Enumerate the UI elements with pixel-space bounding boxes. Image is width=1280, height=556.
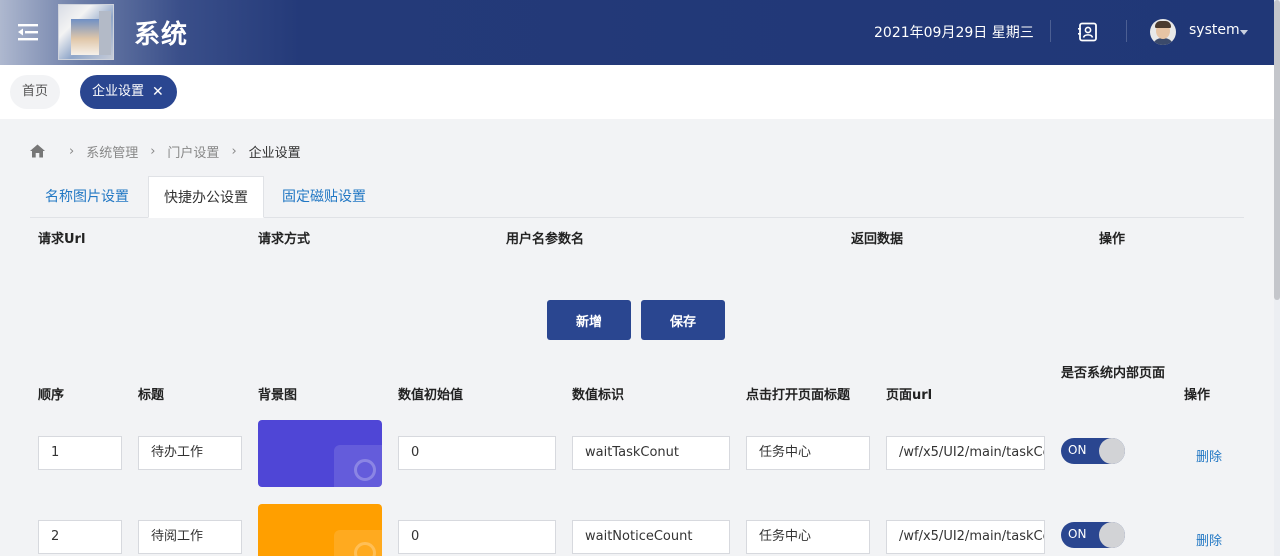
background-image-thumb[interactable] xyxy=(258,504,382,556)
header-return-data: 返回数据 xyxy=(851,232,904,247)
menu-fold-icon[interactable] xyxy=(18,22,40,42)
add-button[interactable]: 新增 xyxy=(547,300,631,340)
avatar[interactable] xyxy=(1150,19,1176,45)
close-icon[interactable]: ✕ xyxy=(152,75,164,109)
value-key-input[interactable]: waitTaskConut xyxy=(572,436,730,470)
header-request-url: 请求Url xyxy=(38,232,86,247)
header-order: 顺序 xyxy=(38,388,65,403)
header-username-param: 用户名参数名 xyxy=(506,232,585,247)
caret-down-icon[interactable] xyxy=(1240,30,1248,35)
breadcrumb-item[interactable]: 门户设置 xyxy=(167,142,219,161)
header-operation: 操作 xyxy=(1099,232,1126,247)
header-initial-value: 数值初始值 xyxy=(398,388,464,403)
subtab-fixed-tiles[interactable]: 固定磁贴设置 xyxy=(267,176,381,218)
header-request-method: 请求方式 xyxy=(258,232,311,247)
breadcrumb-item[interactable]: 系统管理 xyxy=(86,142,138,161)
header-title: 标题 xyxy=(138,388,165,403)
header-page-url: 页面url xyxy=(886,388,933,403)
header-open-title: 点击打开页面标题 xyxy=(746,388,851,403)
top-header: 系统 2021年09月29日 星期三 system xyxy=(0,0,1280,65)
settings-subtabs: 名称图片设置 快捷办公设置 固定磁贴设置 xyxy=(30,176,1244,218)
header-tile-operation: 操作 xyxy=(1184,388,1211,403)
initial-value-input[interactable]: 0 xyxy=(398,436,556,470)
home-icon[interactable] xyxy=(30,144,45,158)
tab-home[interactable]: 首页 xyxy=(10,75,61,109)
page-scrollbar-thumb[interactable] xyxy=(1274,0,1280,300)
user-name[interactable]: system xyxy=(1189,22,1240,38)
internal-page-toggle[interactable]: ON xyxy=(1061,522,1125,548)
subtab-name-image[interactable]: 名称图片设置 xyxy=(30,176,144,218)
app-title: 系统 xyxy=(134,20,189,50)
open-title-input[interactable]: 任务中心 xyxy=(746,436,870,470)
breadcrumb: › 系统管理 › 门户设置 › 企业设置 xyxy=(30,141,301,161)
title-input[interactable]: 待阅工作 xyxy=(138,520,242,554)
order-input[interactable]: 2 xyxy=(38,520,122,554)
toggle-knob xyxy=(1099,522,1125,548)
breadcrumb-current: 企业设置 xyxy=(248,145,301,161)
header-divider xyxy=(1126,20,1127,42)
page-url-input[interactable]: /wf/x5/UI2/main/taskCenter xyxy=(886,436,1045,470)
internal-page-toggle[interactable]: ON xyxy=(1061,438,1125,464)
current-date: 2021年09月29日 星期三 xyxy=(874,25,1034,41)
toggle-knob xyxy=(1099,438,1125,464)
open-title-input[interactable]: 任务中心 xyxy=(746,520,870,554)
breadcrumb-separator: › xyxy=(150,143,156,159)
contact-card-icon[interactable] xyxy=(1078,22,1098,42)
background-image-thumb[interactable] xyxy=(258,420,382,487)
header-divider xyxy=(1050,20,1051,42)
logo-image xyxy=(58,4,114,60)
page-tabs-bar: 首页 企业设置 ✕ xyxy=(0,65,1274,119)
initial-value-input[interactable]: 0 xyxy=(398,520,556,554)
tab-label: 企业设置 xyxy=(92,84,145,99)
header-background: 背景图 xyxy=(258,388,298,403)
save-button[interactable]: 保存 xyxy=(641,300,725,340)
breadcrumb-separator: › xyxy=(231,143,237,159)
header-internal-page: 是否系统内部页面 xyxy=(1061,366,1166,381)
breadcrumb-separator: › xyxy=(69,143,75,159)
header-value-key: 数值标识 xyxy=(572,388,625,403)
subtab-quick-office[interactable]: 快捷办公设置 xyxy=(148,176,264,218)
tab-enterprise-settings[interactable]: 企业设置 ✕ xyxy=(80,75,177,109)
order-input[interactable]: 1 xyxy=(38,436,122,470)
page-url-input[interactable]: /wf/x5/UI2/main/taskCenter xyxy=(886,520,1045,554)
toggle-label: ON xyxy=(1068,443,1087,457)
title-input[interactable]: 待办工作 xyxy=(138,436,242,470)
toggle-label: ON xyxy=(1068,527,1087,541)
value-key-input[interactable]: waitNoticeCount xyxy=(572,520,730,554)
delete-link[interactable]: 删除 xyxy=(1196,530,1222,549)
delete-link[interactable]: 删除 xyxy=(1196,446,1222,465)
